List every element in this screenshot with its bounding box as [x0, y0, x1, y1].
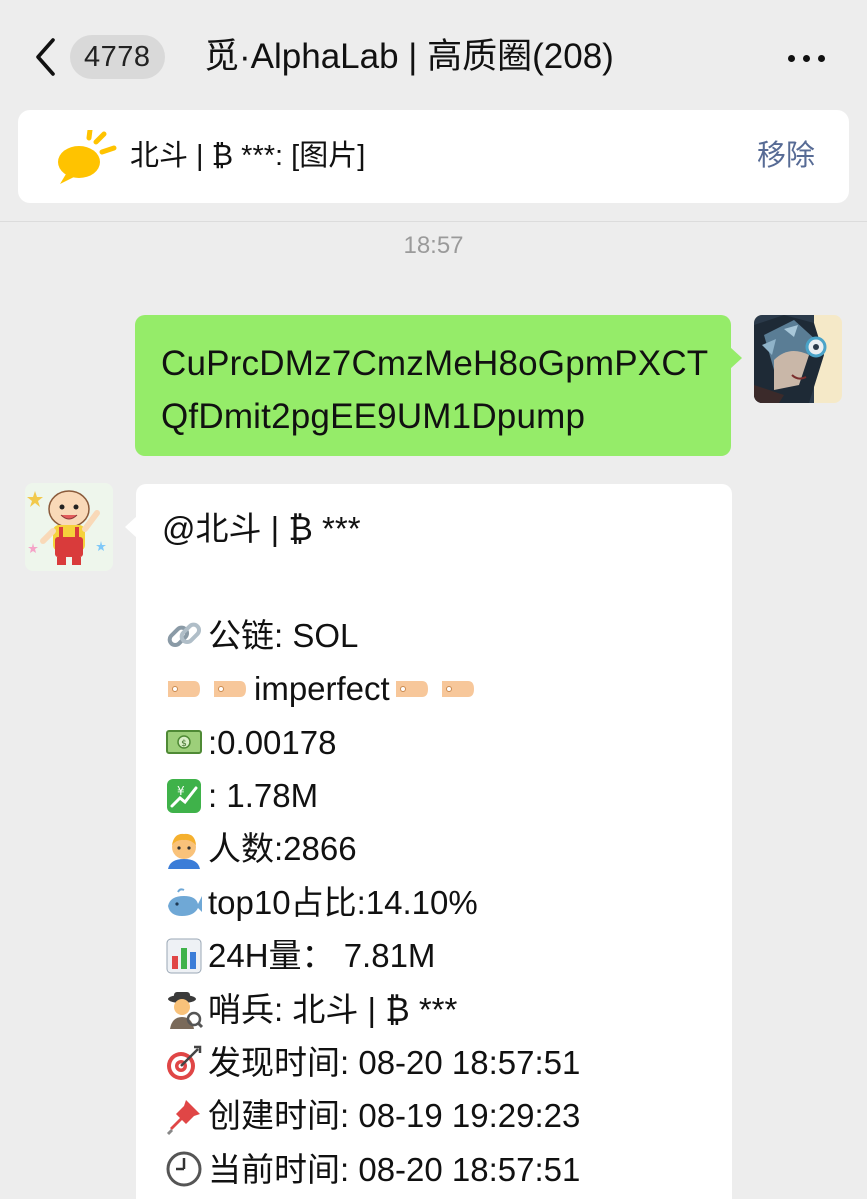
cartoon-baby-avatar [25, 483, 113, 571]
found-time-line: 发现时间: 08-20 18:57:51 [162, 1036, 732, 1089]
unread-count-badge[interactable]: 4778 [70, 35, 165, 79]
holders-text: 人数:2866 [208, 830, 357, 868]
chevron-left-icon [36, 38, 55, 76]
market-cap-text: : 1.78M [208, 776, 319, 814]
chain-line: 公链: SOL [162, 609, 732, 662]
svg-text:¥: ¥ [177, 784, 185, 798]
label-tag-icon [162, 667, 206, 711]
price-text: :0.00178 [208, 723, 337, 761]
volume-line: 24H量： 7.81M [162, 929, 732, 982]
current-time-line: 当前时间: 08-20 18:57:51 [162, 1143, 732, 1196]
sent-message-bubble[interactable]: CuPrcDMz7CmzMeH8oGpmPXCTQfDmit2pgEE9UM1D… [135, 315, 742, 456]
link-icon [162, 613, 206, 657]
more-dots-icon [787, 54, 795, 62]
whale-icon [162, 880, 206, 924]
tag-line: imperfect [162, 662, 732, 715]
pinned-message-bar[interactable]: 北斗 | ₿ ***: [图片] 移除 [18, 110, 849, 203]
created-time-text: 创建时间: 08-19 19:29:23 [208, 1097, 581, 1135]
label-tag-icon [208, 667, 252, 711]
label-tag-icon [390, 667, 434, 711]
target-icon [162, 1041, 206, 1085]
megaphone-icon [58, 130, 117, 184]
volume-text: 24H量： 7.81M [208, 937, 436, 975]
svg-text:$: $ [181, 739, 187, 749]
detective-icon [162, 987, 206, 1031]
current-time-text: 当前时间: 08-20 18:57:51 [208, 1150, 581, 1188]
sender-avatar[interactable] [25, 483, 113, 571]
person-icon [162, 827, 206, 871]
chart-yen-icon: ¥ [162, 774, 206, 818]
chain-text: 公链: SOL [208, 616, 359, 654]
top10-line: top10占比:14.10% [162, 876, 732, 929]
mention-line: @北斗 | ₿ *** [162, 502, 732, 555]
label-tag-icon [436, 667, 480, 711]
tag-text: imperfect [254, 670, 390, 708]
wolf-warrior-avatar [754, 315, 842, 403]
message-timestamp: 18:57 [403, 232, 464, 259]
mention-text[interactable]: @北斗 | ₿ *** [162, 502, 361, 555]
found-time-text: 发现时间: 08-20 18:57:51 [208, 1043, 581, 1081]
sent-message-text: CuPrcDMz7CmzMeH8oGpmPXCTQfDmit2pgEE9UM1D… [161, 344, 709, 436]
money-bill-icon: $ [162, 720, 206, 764]
created-time-line: 创建时间: 08-19 19:29:23 [162, 1089, 732, 1142]
received-message-bubble[interactable]: @北斗 | ₿ *** 公链: SOL imperfect $ :0.00178… [125, 484, 732, 1199]
price-line: $ :0.00178 [162, 716, 732, 769]
bar-chart-icon [162, 934, 206, 978]
clock-icon [162, 1147, 206, 1191]
holders-line: 人数:2866 [162, 822, 732, 875]
pinned-message-text: 北斗 | ₿ ***: [图片] [130, 140, 366, 172]
chat-title[interactable]: 觅·AlphaLab | 高质圈(208) [204, 30, 614, 84]
market-cap-line: ¥ : 1.78M [162, 769, 732, 822]
divider [0, 221, 867, 222]
chat-header: 4778 觅·AlphaLab | 高质圈(208) [0, 0, 867, 110]
back-button[interactable] [28, 34, 64, 80]
scout-text: 哨兵: 北斗 | ₿ *** [208, 990, 458, 1028]
pinned-remove-button[interactable]: 移除 [757, 132, 815, 180]
pushpin-icon [162, 1094, 206, 1138]
scout-line: 哨兵: 北斗 | ₿ *** [162, 983, 732, 1036]
my-avatar[interactable] [754, 315, 842, 403]
more-button[interactable] [782, 38, 830, 78]
top10-text: top10占比:14.10% [208, 883, 478, 921]
